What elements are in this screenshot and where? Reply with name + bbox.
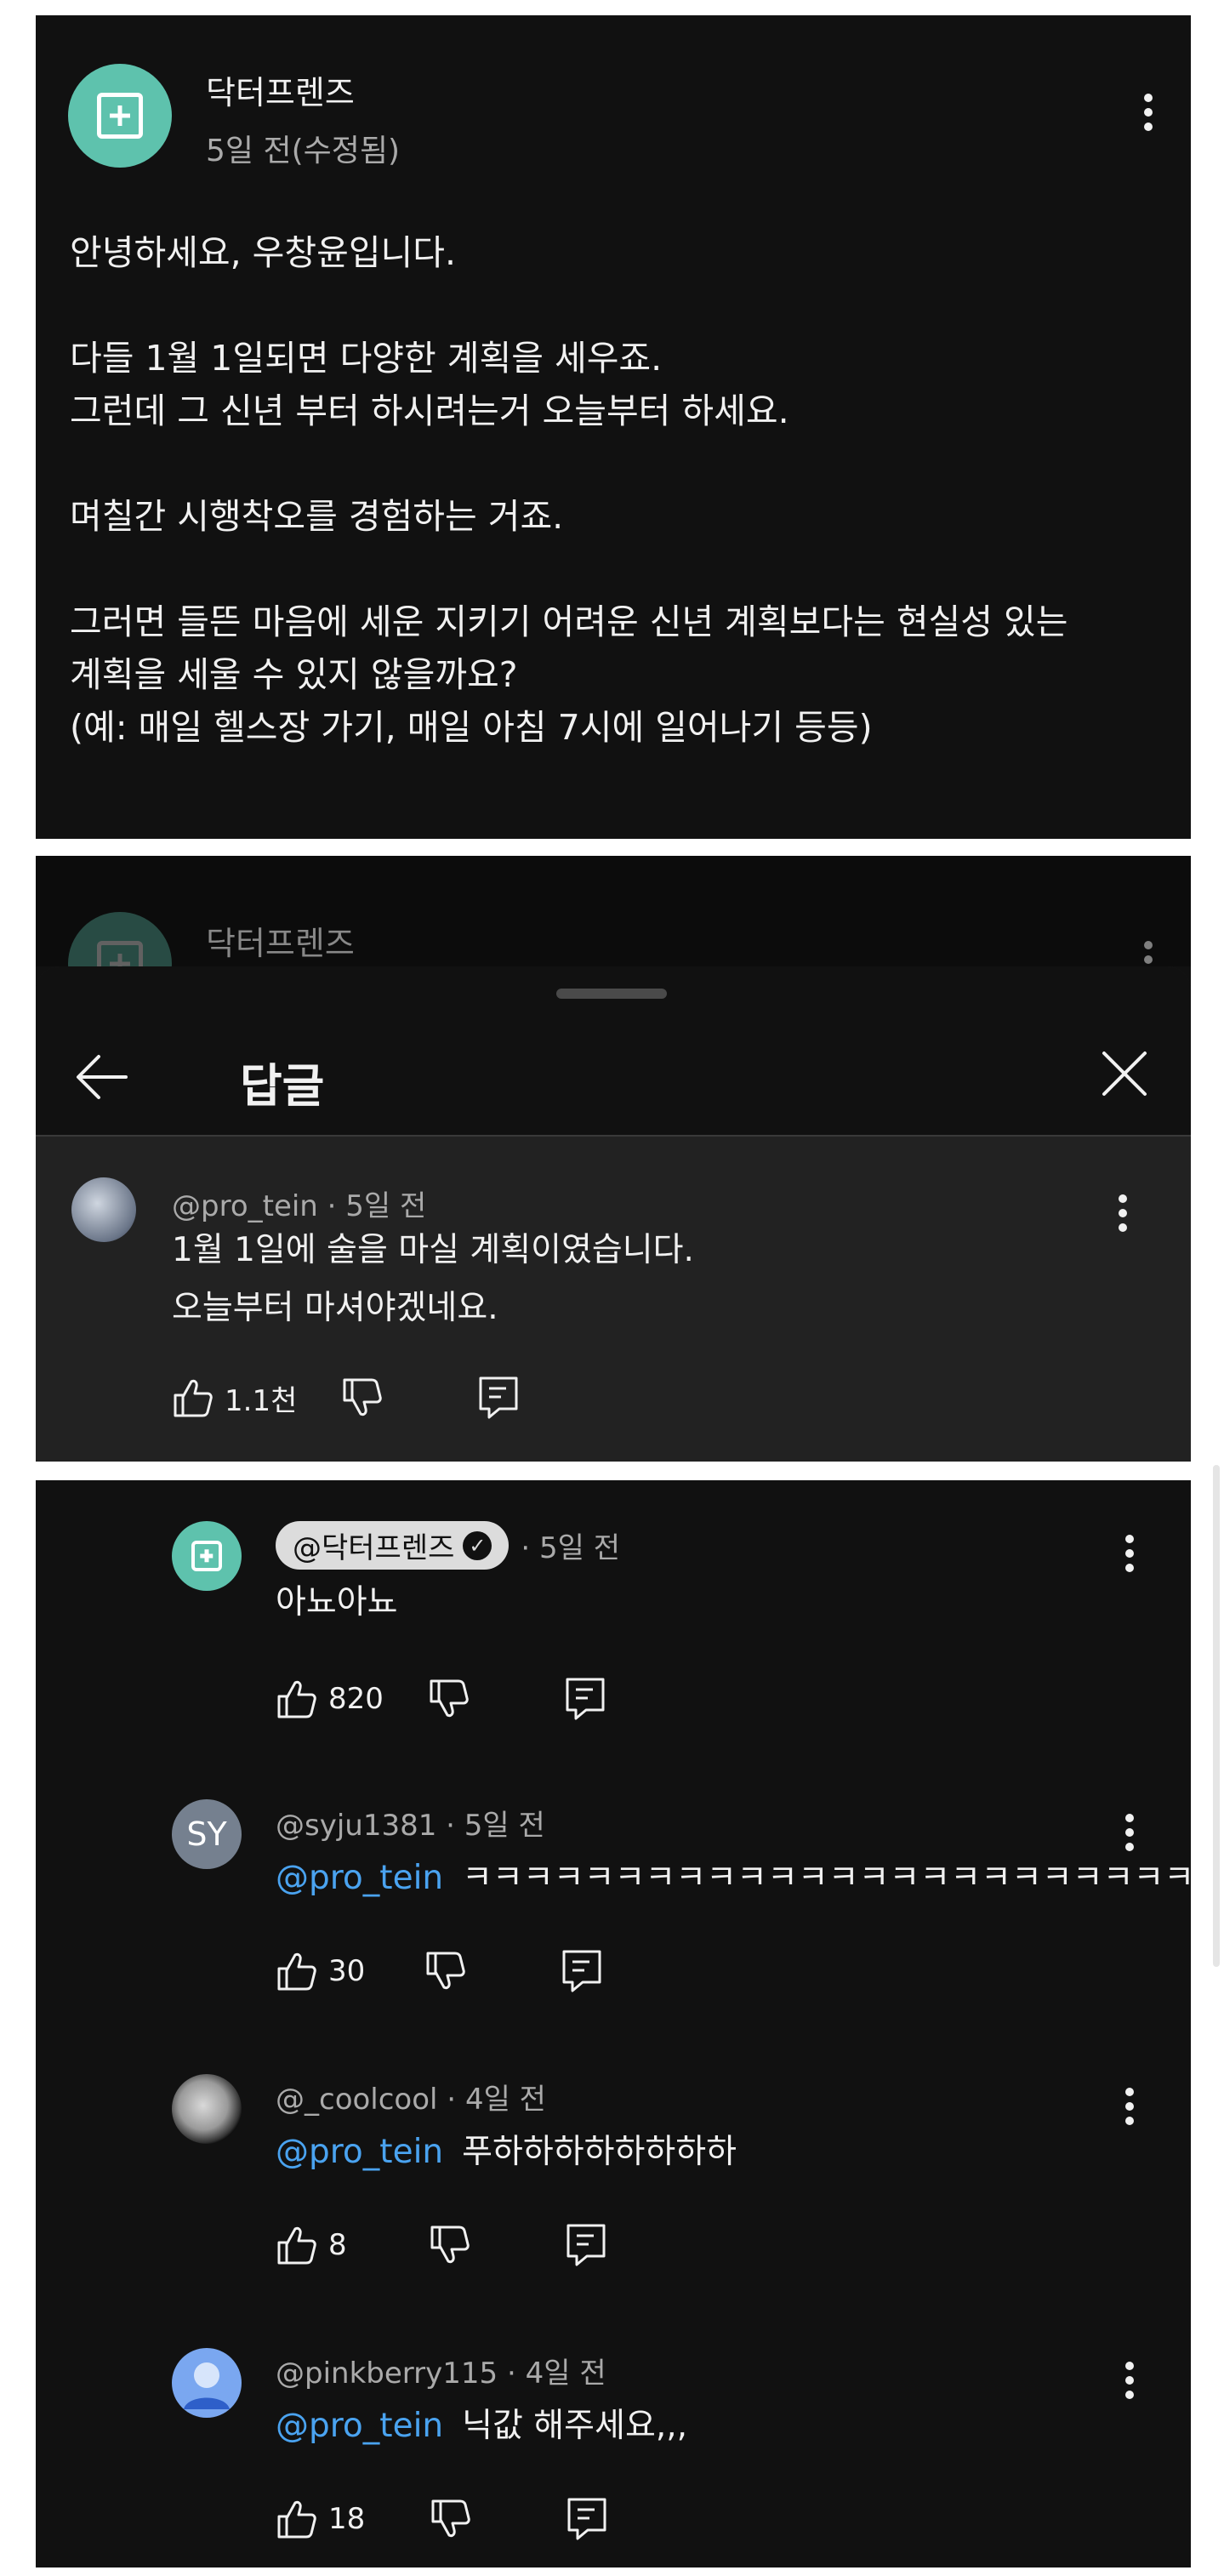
comment-text: 아뇨아뇨 bbox=[276, 1583, 398, 1621]
comment-actions: 30 bbox=[276, 1948, 603, 1994]
comment-actions: 820 bbox=[276, 1676, 606, 1722]
more-options-icon[interactable] bbox=[1124, 2362, 1135, 2399]
post-line: 그런데 그 신년 부터 하시려는거 오늘부터 하세요. bbox=[70, 390, 789, 431]
post-blank-line bbox=[70, 543, 1167, 596]
post-line: 계획을 세울 수 있지 않을까요? bbox=[70, 654, 518, 695]
comment-author[interactable]: @syju1381 bbox=[276, 1809, 436, 1843]
channel-avatar[interactable] bbox=[68, 64, 172, 168]
dimmed-post-header: 닥터프렌즈 bbox=[36, 856, 1191, 1016]
avatar[interactable]: SY bbox=[172, 1799, 242, 1869]
comment-author[interactable]: @pinkberry115 bbox=[276, 2357, 498, 2391]
thumbs-down-icon[interactable] bbox=[428, 1678, 470, 1720]
thumbs-up-icon[interactable] bbox=[276, 1678, 318, 1720]
comment-meta: @syju1381 · 5일 전 bbox=[276, 1809, 545, 1843]
comment-body: ㅋㅋㅋㅋㅋㅋㅋㅋㅋㅋㅋㅋㅋㅋㅋㅋㅋㅋㅋㅋㅋㅋㅋㅋㅋㅋㅋㅋㅋㅋㅋ bbox=[462, 1859, 1191, 1897]
like-count: 18 bbox=[328, 2502, 366, 2536]
thumbs-up-icon[interactable] bbox=[276, 1950, 318, 1992]
more-options-icon[interactable] bbox=[1124, 2088, 1135, 2125]
post-time: 5일 전(수정됨) bbox=[206, 134, 401, 168]
verified-check-icon: ✓ bbox=[463, 1530, 492, 1560]
post-line: 안녕하세요, 우창윤입니다. bbox=[70, 232, 457, 273]
comment-meta: @pro_tein · 5일 전 bbox=[172, 1189, 427, 1223]
thumbs-down-icon[interactable] bbox=[341, 1376, 384, 1419]
sheet-title: 답글 bbox=[240, 1059, 325, 1113]
comment-author[interactable]: @_coolcool bbox=[276, 2083, 438, 2117]
scrollbar[interactable] bbox=[1213, 1465, 1220, 1967]
channel-name[interactable]: 닥터프렌즈 bbox=[206, 66, 355, 113]
more-options-icon[interactable] bbox=[1124, 1535, 1135, 1572]
comment-time: 4일 전 bbox=[464, 2083, 546, 2117]
thumbs-up-icon[interactable] bbox=[172, 1376, 214, 1419]
more-options-icon[interactable] bbox=[1143, 94, 1153, 131]
person-icon bbox=[184, 2362, 230, 2409]
reply-icon[interactable] bbox=[561, 1948, 603, 1994]
reply-icon[interactable] bbox=[566, 2496, 608, 2542]
mention-link[interactable]: @pro_tein bbox=[276, 2133, 443, 2171]
drag-handle[interactable] bbox=[556, 989, 667, 999]
channel-avatar[interactable] bbox=[172, 1521, 242, 1591]
reply-icon[interactable] bbox=[477, 1375, 520, 1421]
comment-author[interactable]: @pro_tein bbox=[172, 1189, 318, 1223]
plus-box-icon bbox=[97, 93, 143, 139]
comment-text: @pro_tein ㅋㅋㅋㅋㅋㅋㅋㅋㅋㅋㅋㅋㅋㅋㅋㅋㅋㅋㅋㅋㅋㅋㅋㅋㅋㅋㅋㅋㅋㅋㅋ bbox=[276, 1849, 1191, 1907]
comment-time: 4일 전 bbox=[525, 2357, 606, 2391]
replies-sheet-panel: 닥터프렌즈 답글 @pro_tein · 5일 전 1월 1일에 술을 마실 계… bbox=[36, 856, 1191, 1462]
thumbs-up-icon[interactable] bbox=[276, 2224, 318, 2266]
comment-meta: @_coolcool · 4일 전 bbox=[276, 2083, 546, 2117]
thumbs-down-icon[interactable] bbox=[424, 1950, 467, 1992]
reply-icon[interactable] bbox=[564, 1676, 606, 1722]
comment-body: 푸하하하하하하하하 bbox=[462, 2133, 737, 2171]
like-count: 820 bbox=[328, 1682, 384, 1716]
plus-box-icon bbox=[191, 1540, 223, 1572]
comment-time: 5일 전 bbox=[464, 1809, 545, 1843]
comment-actions: 18 bbox=[276, 2496, 608, 2542]
like-count: 1.1천 bbox=[225, 1383, 298, 1418]
default-person-avatar[interactable] bbox=[172, 2348, 242, 2418]
like-count: 8 bbox=[328, 2228, 347, 2262]
avatar[interactable] bbox=[71, 1177, 136, 1242]
more-options-icon[interactable] bbox=[1118, 1194, 1128, 1232]
comment-text: @pro_tein 닉값 해주세요,,, bbox=[276, 2397, 687, 2455]
post-blank-line bbox=[70, 437, 1167, 490]
post-body: 안녕하세요, 우창윤입니다. 다들 1월 1일되면 다양한 계획을 세우죠. 그… bbox=[70, 226, 1167, 754]
comment-actions: 8 bbox=[276, 2222, 607, 2268]
comment-meta: @닥터프렌즈 ✓ · 5일 전 bbox=[276, 1521, 620, 1570]
comment-line: 오늘부터 마셔야겠네요. bbox=[172, 1289, 498, 1327]
comment-actions: 1.1천 bbox=[172, 1375, 520, 1421]
back-arrow-icon[interactable] bbox=[75, 1051, 129, 1103]
post-line: 다들 1월 1일되면 다양한 계획을 세우죠. bbox=[70, 338, 663, 379]
comment-meta: @pinkberry115 · 4일 전 bbox=[276, 2357, 606, 2391]
thumbs-down-icon[interactable] bbox=[429, 2224, 471, 2266]
like-count: 30 bbox=[328, 1954, 366, 1988]
post-blank-line bbox=[70, 279, 1167, 332]
more-options-icon[interactable] bbox=[1124, 1814, 1135, 1851]
comment-body: 닉값 해주세요,,, bbox=[462, 2407, 688, 2445]
sheet-header: 답글 bbox=[36, 966, 1191, 1137]
comment-time: 5일 전 bbox=[345, 1189, 427, 1223]
mention-link[interactable]: @pro_tein bbox=[276, 2407, 443, 2445]
reply-icon[interactable] bbox=[565, 2222, 607, 2268]
comment-line: 1월 1일에 술을 마실 계획이였습니다. bbox=[172, 1231, 694, 1269]
replies-sheet: 답글 @pro_tein · 5일 전 1월 1일에 술을 마실 계획이였습니다… bbox=[36, 966, 1191, 1462]
post-line: (예: 매일 헬스장 가기, 매일 아침 7시에 일어나기 등등) bbox=[70, 707, 873, 748]
close-icon[interactable] bbox=[1101, 1050, 1148, 1097]
moon-avatar[interactable] bbox=[172, 2074, 242, 2144]
replies-list: @닥터프렌즈 ✓ · 5일 전 아뇨아뇨 820 SY @syju1381 · 5일… bbox=[36, 1480, 1191, 2567]
thumbs-up-icon[interactable] bbox=[276, 2498, 318, 2540]
comment-time: 5일 전 bbox=[539, 1531, 621, 1565]
post-line: 그러면 들뜬 마음에 세운 지키기 어려운 신년 계획보다는 현실성 있는 bbox=[70, 601, 1068, 642]
comment-author: @닥터프렌즈 bbox=[293, 1531, 455, 1565]
channel-name: 닥터프렌즈 bbox=[206, 925, 355, 962]
comment-text: @pro_tein 푸하하하하하하하하 bbox=[276, 2123, 737, 2181]
community-post: 닥터프렌즈 5일 전(수정됨) 안녕하세요, 우창윤입니다. 다들 1월 1일되… bbox=[36, 15, 1191, 839]
post-line: 며칠간 시행착오를 경험하는 거죠. bbox=[70, 496, 564, 537]
mention-link[interactable]: @pro_tein bbox=[276, 1859, 443, 1897]
thumbs-down-icon[interactable] bbox=[430, 2498, 472, 2540]
avatar-initials: SY bbox=[186, 1815, 227, 1853]
creator-badge[interactable]: @닥터프렌즈 ✓ bbox=[276, 1521, 510, 1570]
comment-text: 1월 1일에 술을 마실 계획이였습니다. 오늘부터 마셔야겠네요. bbox=[172, 1222, 694, 1337]
